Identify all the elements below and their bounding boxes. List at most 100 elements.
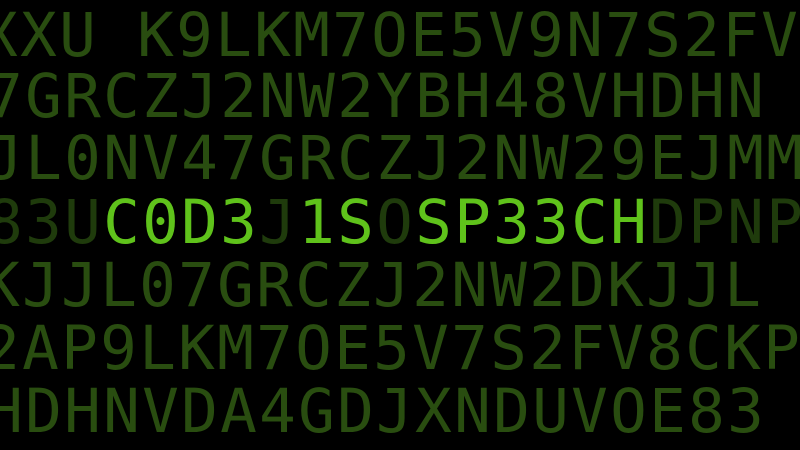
glyph: R <box>256 250 293 321</box>
glyph: 8 <box>532 61 569 132</box>
glyph: E <box>649 376 686 447</box>
glyph: J <box>373 250 410 321</box>
highlight-glyph: D <box>181 187 218 258</box>
glyph: 5 <box>449 0 486 71</box>
highlight-glyph: 0 <box>142 187 179 258</box>
glyph: X <box>20 0 57 71</box>
glyph: 7 <box>220 123 257 194</box>
glyph: 2 <box>0 313 20 384</box>
glyph: N <box>454 376 491 447</box>
glyph: S <box>490 313 527 384</box>
glyph: 9 <box>176 0 213 71</box>
glyph: R <box>64 61 101 132</box>
glyph: 5 <box>373 313 410 384</box>
glyph: C <box>685 313 722 384</box>
glyph: N <box>727 187 764 258</box>
glyph: L <box>100 250 137 321</box>
glyph <box>97 5 136 66</box>
glyph: V <box>607 313 644 384</box>
glyph: C <box>103 61 140 132</box>
glyph: D <box>181 376 218 447</box>
glyph: W <box>490 250 527 321</box>
glyph: X <box>0 5 19 66</box>
glyph: 3 <box>727 376 764 447</box>
glyph-row: HDHNVDA4GDJXNDUVOE83 <box>0 381 765 442</box>
glyph: F <box>568 313 605 384</box>
glyph: V <box>571 376 608 447</box>
glyph: K <box>137 0 174 71</box>
glyph: V <box>488 0 525 71</box>
highlight-glyph: P <box>454 187 491 258</box>
glyph: D <box>337 376 374 447</box>
glyph: D <box>568 250 605 321</box>
highlight-glyph: C <box>103 187 140 258</box>
glyph: J <box>376 376 413 447</box>
glyph: L <box>215 0 252 71</box>
glyph: 2 <box>412 250 449 321</box>
glyph: L <box>139 313 176 384</box>
glyph: L <box>25 123 62 194</box>
glyph: O <box>295 313 332 384</box>
glyph: 9 <box>100 313 137 384</box>
glyph: K <box>724 313 761 384</box>
glyph: 7 <box>451 313 488 384</box>
glyph: F <box>722 0 759 71</box>
glyph: H <box>688 61 725 132</box>
glyph: N <box>103 123 140 194</box>
glyph: P <box>688 187 725 258</box>
glyph: W <box>298 61 335 132</box>
glyph: U <box>64 187 101 258</box>
glyph: 2 <box>529 313 566 384</box>
glyph: 3 <box>25 187 62 258</box>
highlight-glyph: 3 <box>493 187 530 258</box>
glyph: O <box>371 0 408 71</box>
glyph: C <box>295 250 332 321</box>
glyph: H <box>64 376 101 447</box>
glyph: 4 <box>493 61 530 132</box>
glyph: N <box>493 123 530 194</box>
glyph: G <box>259 123 296 194</box>
glyph: 4 <box>259 376 296 447</box>
highlight-glyph: 1 <box>298 187 335 258</box>
code-rain-background: XXU K9LKM7OE5V9N7S2FV 7GRCZJ2NW2YBH48VHD… <box>0 0 800 450</box>
glyph: O <box>376 187 413 258</box>
highlight-glyph: 3 <box>220 187 257 258</box>
glyph: 8 <box>688 376 725 447</box>
glyph: N <box>103 376 140 447</box>
glyph: 2 <box>571 123 608 194</box>
glyph: G <box>217 250 254 321</box>
glyph: U <box>532 376 569 447</box>
glyph: G <box>298 376 335 447</box>
glyph-row-message: 83UC0D3J1SOSP33CHDPNP <box>0 192 800 253</box>
glyph: K <box>254 0 291 71</box>
glyph: 2 <box>529 250 566 321</box>
glyph: 4 <box>181 123 218 194</box>
glyph: 0 <box>139 250 176 321</box>
glyph: D <box>649 61 686 132</box>
glyph: Y <box>376 61 413 132</box>
glyph: 0 <box>64 123 101 194</box>
glyph: S <box>644 0 681 71</box>
glyph-row: JL0NV47GRCZJ2NW29EJMM <box>0 128 800 189</box>
glyph: V <box>761 0 798 71</box>
glyph: A <box>220 376 257 447</box>
glyph-row: KJJL07GRCZJ2NW2DKJJL <box>0 255 762 316</box>
glyph: H <box>454 61 491 132</box>
glyph: D <box>493 376 530 447</box>
glyph: J <box>685 250 722 321</box>
glyph: J <box>415 123 452 194</box>
glyph-row: 7GRCZJ2NW2YBH48VHDHN <box>0 66 765 127</box>
highlight-glyph: H <box>610 187 647 258</box>
highlight-glyph: 3 <box>532 187 569 258</box>
glyph: 7 <box>256 313 293 384</box>
glyph: N <box>566 0 603 71</box>
glyph: V <box>142 123 179 194</box>
glyph: 2 <box>454 123 491 194</box>
glyph: 2 <box>337 61 374 132</box>
glyph: 8 <box>646 313 683 384</box>
glyph-row: XXU K9LKM7OE5V9N7S2FV <box>0 5 799 66</box>
glyph: V <box>142 376 179 447</box>
glyph: D <box>649 187 686 258</box>
glyph: E <box>649 123 686 194</box>
glyph: R <box>298 123 335 194</box>
